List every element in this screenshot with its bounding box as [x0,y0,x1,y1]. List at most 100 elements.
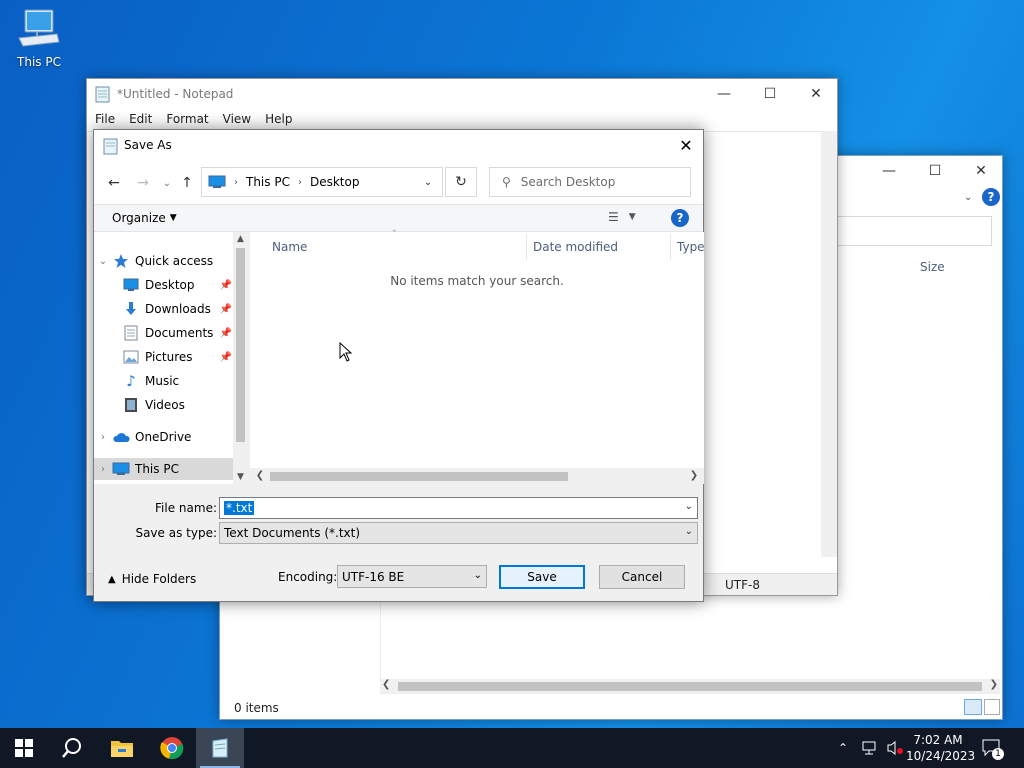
hide-folders-button[interactable]: ▲ Hide Folders [108,572,196,586]
breadcrumb-this-pc[interactable]: This PC [246,175,290,189]
column-header-date-modified[interactable]: Date modified [533,232,618,262]
search-placeholder: Search Desktop [520,175,616,189]
change-view-button[interactable]: ☰ ▼ [608,210,636,224]
close-button[interactable]: ✕ [793,79,839,109]
nav-item-label: Music [145,374,180,388]
hide-folders-label: Hide Folders [121,572,197,586]
minimize-button[interactable]: — [866,156,912,186]
videos-icon [122,397,140,413]
save-as-dialog[interactable]: Save As ✕ ← → ⌄ ↑ › This PC › Desktop ⌄ … [93,129,705,602]
menu-help[interactable]: Help [265,112,292,126]
encoding-value: UTF-16 BE [342,569,405,584]
ribbon-expand-icon[interactable]: ⌄ [964,192,972,203]
action-center-button[interactable]: 1 [982,728,1004,768]
menu-edit[interactable]: Edit [129,112,152,126]
window-title: *Untitled - Notepad [117,87,234,101]
column-header-name[interactable]: Name [272,232,307,262]
search-button[interactable] [48,728,96,768]
horizontal-scrollbar[interactable]: ❮ ❯ [380,679,1000,694]
navigation-bar: ← → ⌄ ↑ › This PC › Desktop ⌄ ↻ ⚲ Search… [94,160,703,204]
network-status[interactable] [862,728,880,768]
help-icon[interactable]: ? [671,209,689,227]
scroll-down-icon[interactable]: ▼ [233,472,248,482]
scroll-right-icon[interactable]: ❯ [990,679,998,690]
taskbar-notepad[interactable] [196,728,244,768]
nav-item-onedrive[interactable]: › OneDrive [94,426,234,448]
maximize-button[interactable]: ☐ [912,156,958,186]
close-button[interactable]: ✕ [669,130,703,160]
file-list-pane[interactable]: ˆ Name Date modified Type No items match… [250,230,705,484]
taskbar-chrome[interactable] [148,728,196,768]
chevron-down-icon[interactable]: ⌄ [474,570,482,581]
taskbar-clock[interactable]: 7:02 AM 10/24/2023 [906,732,975,764]
minimize-button[interactable]: — [701,79,747,109]
scroll-thumb[interactable] [236,248,245,442]
taskbar-file-explorer[interactable] [98,728,146,768]
column-header-type[interactable]: Type [677,232,705,262]
nav-item-music[interactable]: ♪ Music [94,370,234,392]
nav-item-documents[interactable]: Documents 📌 [94,322,234,344]
scroll-left-icon[interactable]: ❮ [382,679,390,690]
breadcrumb-desktop[interactable]: Desktop [310,175,360,189]
forward-arrow-icon[interactable]: → [132,172,154,194]
nav-item-downloads[interactable]: Downloads 📌 [94,298,234,320]
up-arrow-icon[interactable]: ↑ [176,172,198,194]
address-bar[interactable]: › This PC › Desktop [201,167,443,197]
start-button[interactable] [0,728,48,768]
nav-item-videos[interactable]: Videos [94,394,234,416]
encoding-select[interactable]: UTF-16 BE ⌄ [337,565,487,588]
nav-item-label: Desktop [145,278,195,292]
back-arrow-icon[interactable]: ← [103,172,125,194]
save-type-select[interactable]: Text Documents (*.txt) ⌄ [219,522,698,544]
save-type-row: Save as type: Text Documents (*.txt) ⌄ [94,521,703,545]
nav-item-quick-access[interactable]: ⌄ Quick access [94,250,234,272]
nav-pane-scrollbar[interactable]: ▲ ▼ [233,232,248,484]
volume-status[interactable] [886,728,904,768]
encoding-label: Encoding: [278,570,338,584]
search-icon: ⚲ [502,175,511,189]
scroll-up-icon[interactable]: ▲ [233,234,248,244]
chevron-right-icon[interactable]: › [94,432,112,443]
horizontal-scrollbar[interactable]: ❮ ❯ [250,468,704,484]
large-icons-view-icon[interactable] [984,699,1000,715]
navigation-pane[interactable]: ⌄ Quick access Desktop 📌 Downloads 📌 Doc… [94,232,248,484]
details-view-icon[interactable] [964,699,982,715]
nav-item-desktop[interactable]: Desktop 📌 [94,274,234,296]
column-header-size[interactable]: Size [920,260,945,274]
nav-item-pictures[interactable]: Pictures 📌 [94,346,234,368]
address-dropdown-icon[interactable]: ⌄ [413,167,443,197]
chevron-down-icon[interactable]: ⌄ [685,501,693,512]
vertical-scrollbar[interactable] [821,131,837,557]
chevron-down-icon[interactable]: ⌄ [685,526,693,537]
menu-file[interactable]: File [95,112,115,126]
notepad-icon [95,86,110,103]
sort-up-icon: ˆ [392,230,397,240]
desktop-icon-this-pc[interactable]: This PC [12,8,66,69]
search-input[interactable]: ⚲ Search Desktop [489,167,691,197]
file-name-input[interactable]: *.txt ⌄ [219,497,698,519]
recent-locations-icon[interactable]: ⌄ [156,172,178,194]
search-input[interactable] [832,216,992,246]
scroll-right-icon[interactable]: ❯ [686,468,702,484]
show-hidden-icons-button[interactable]: ⌃ [838,728,848,768]
desktop-icon [122,277,140,293]
dialog-titlebar[interactable]: Save As ✕ [94,130,703,160]
nav-item-this-pc[interactable]: › This PC [94,458,234,480]
column-separator[interactable] [670,234,671,260]
chevron-down-icon[interactable]: ⌄ [94,256,112,267]
menu-format[interactable]: Format [166,112,208,126]
scroll-thumb[interactable] [398,682,982,691]
cancel-button[interactable]: Cancel [599,565,685,589]
scroll-left-icon[interactable]: ❮ [252,468,268,484]
organize-button[interactable]: Organize ▼ [112,211,177,225]
scroll-thumb[interactable] [270,472,568,481]
refresh-icon[interactable]: ↻ [445,167,477,197]
column-separator[interactable] [526,234,527,260]
help-icon[interactable]: ? [982,188,1000,206]
close-button[interactable]: ✕ [958,156,1004,186]
chevron-right-icon[interactable]: › [94,464,112,475]
save-button[interactable]: Save [499,565,585,589]
menu-view[interactable]: View [223,112,251,126]
maximize-button[interactable]: ☐ [747,79,793,109]
chevron-down-icon: ▼ [169,213,177,223]
